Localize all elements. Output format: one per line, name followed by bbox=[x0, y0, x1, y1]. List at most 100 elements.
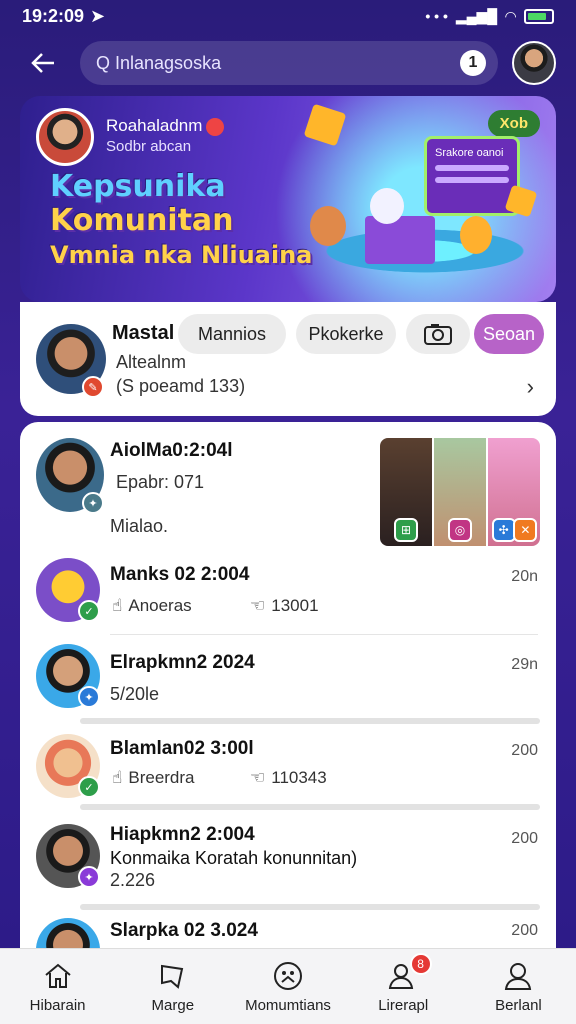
nav-profile[interactable]: Berlanl bbox=[461, 949, 576, 1024]
nav-people[interactable]: 8 Lirerapl bbox=[346, 949, 461, 1024]
status-time: 19:2:09 ➤ bbox=[22, 5, 106, 26]
community-banner[interactable]: Roahaladnm Sodbr abcan Kepsunika Komunit… bbox=[20, 96, 556, 302]
badge-icon: ✦ bbox=[78, 686, 100, 708]
search-input[interactable]: Q Inlanagsoska 1 bbox=[80, 41, 498, 85]
item-title: Manks 02 2:004 bbox=[110, 564, 250, 585]
nav-label: Marge bbox=[151, 997, 195, 1014]
nav-label: Momumtians bbox=[245, 997, 331, 1014]
list-item[interactable]: ✓ Blamlan02 3:00l ☝ Breerdra ☜ 110343 200 bbox=[20, 724, 556, 808]
featured-sub: Altealnm bbox=[116, 352, 187, 372]
wifi-icon: ◠ bbox=[505, 7, 516, 24]
badge-icon: ✦ bbox=[82, 492, 104, 514]
item-sub: 2.226 bbox=[110, 870, 156, 890]
close-icon: ✕ bbox=[513, 518, 538, 542]
bottom-nav: Hibarain Marge Momumtians 8 Lirerapl Ber… bbox=[0, 948, 576, 1024]
banner-avatar bbox=[36, 108, 94, 166]
item-title: Elrapkmn2 2024 bbox=[110, 652, 255, 673]
list-item[interactable]: Slarpka 02 3.024 200 bbox=[20, 910, 556, 952]
nav-label: Hibarain bbox=[29, 997, 86, 1014]
badge-icon: ✎ bbox=[82, 376, 104, 398]
status-bar: 19:2:09 ➤ • • • ▂▄▆█ ◠ bbox=[0, 0, 576, 32]
nav-home[interactable]: Hibarain bbox=[0, 949, 115, 1024]
item-meta: ☝ Breerdra bbox=[112, 768, 195, 787]
item-sub: Konmaika Koratah konunnitan) bbox=[110, 848, 358, 868]
photo-thumbnail[interactable]: ✣ ✕ bbox=[488, 438, 540, 546]
list-item[interactable]: ✓ Manks 02 2:004 ☝ Anoeras ☜ 13001 20n bbox=[20, 552, 556, 635]
mascot-bag-illustration bbox=[460, 216, 492, 254]
chip-active[interactable]: Seoan bbox=[474, 314, 544, 354]
list-item[interactable]: ✦ AiolMa0:2:04l Epabr: 071 Mialao. ⊞ ◎ ✣… bbox=[20, 422, 556, 552]
item-meta: ☜ 110343 bbox=[250, 768, 327, 787]
board-bar bbox=[435, 177, 509, 183]
instagram-icon: ◎ bbox=[448, 518, 472, 542]
search-count-badge: 1 bbox=[460, 50, 486, 76]
chip-filter[interactable]: Mannios bbox=[178, 314, 286, 354]
banner-user-sub: Sodbr abcan bbox=[106, 138, 192, 155]
banner-title: Kepsunika Komunitan Vmnia nka Nliuaina bbox=[50, 169, 313, 270]
board-bar bbox=[435, 165, 509, 171]
signal-icon: ▂▄▆█ bbox=[455, 7, 498, 24]
item-time: 20n bbox=[511, 568, 538, 585]
community-icon bbox=[271, 959, 305, 993]
item-sub: 5/20le bbox=[110, 684, 160, 704]
camera-icon bbox=[424, 324, 452, 345]
cube-illustration bbox=[303, 103, 347, 147]
featured-count: (S poeamd 133) bbox=[116, 376, 246, 396]
item-title: AiolMa0:2:04l bbox=[110, 440, 233, 461]
item-meta: ☝ Anoeras bbox=[112, 596, 192, 615]
avatar bbox=[36, 918, 100, 952]
item-time: 200 bbox=[511, 830, 538, 847]
podium-illustration bbox=[365, 216, 435, 264]
item-time: 29n bbox=[511, 656, 538, 673]
clap-icon: ☝ bbox=[112, 768, 123, 787]
banner-pill[interactable]: Xob bbox=[487, 110, 540, 137]
verified-icon bbox=[206, 117, 225, 136]
home-icon bbox=[41, 959, 75, 993]
badge-icon: ✦ bbox=[78, 866, 100, 888]
chip-photo[interactable] bbox=[406, 314, 470, 354]
item-title: Slarpka 02 3.024 bbox=[110, 920, 258, 941]
featured-name: Mastal bbox=[112, 322, 175, 344]
media-gallery[interactable]: ⊞ ◎ ✣ ✕ bbox=[380, 438, 540, 546]
list-item[interactable]: ✦ Hiapkmn2 2:004 Konmaika Koratah konunn… bbox=[20, 812, 556, 904]
clap-icon: ☝ bbox=[112, 596, 123, 615]
mascot-bear-illustration bbox=[310, 206, 346, 246]
arrow-left-icon bbox=[31, 53, 54, 73]
photo-thumbnail[interactable]: ⊞ bbox=[380, 438, 432, 546]
item-title: Hiapkmn2 2:004 bbox=[110, 824, 255, 845]
message-icon bbox=[156, 959, 190, 993]
search-text: Q Inlanagsoska bbox=[96, 52, 222, 73]
chip-filter[interactable]: Pkokerke bbox=[296, 314, 396, 354]
featured-member-card[interactable]: ✎ Mastal Altealnm (S poeamd 133) Mannios… bbox=[20, 302, 556, 416]
banner-user-name: Roahaladnm bbox=[106, 116, 225, 136]
app-icon: ✣ bbox=[491, 518, 516, 542]
item-time: 200 bbox=[511, 742, 538, 759]
status-icons: • • • ▂▄▆█ ◠ bbox=[425, 8, 554, 25]
list-item[interactable]: ✦ Elrapkmn2 2024 5/20le 29n bbox=[20, 634, 556, 718]
section-separator bbox=[80, 804, 540, 810]
app-icon: ⊞ bbox=[394, 518, 418, 542]
item-meta: ☜ 13001 bbox=[250, 596, 319, 615]
notification-badge: 8 bbox=[409, 953, 432, 975]
back-button[interactable] bbox=[20, 40, 66, 86]
location-icon: ➤ bbox=[90, 5, 106, 26]
item-time: 200 bbox=[511, 922, 538, 939]
more-dots-icon: • • • bbox=[425, 8, 448, 24]
item-sub: Mialao. bbox=[110, 516, 169, 536]
battery-icon bbox=[524, 8, 554, 24]
profile-avatar[interactable] bbox=[512, 41, 556, 85]
check-icon: ✓ bbox=[78, 600, 100, 622]
chevron-right-icon[interactable]: › bbox=[527, 374, 534, 400]
hand-icon: ☜ bbox=[250, 768, 266, 787]
nav-label: Lirerapl bbox=[378, 997, 429, 1014]
photo-thumbnail[interactable]: ◎ bbox=[434, 438, 486, 546]
nav-messages[interactable]: Marge bbox=[115, 949, 230, 1024]
hand-icon: ☜ bbox=[250, 596, 266, 615]
check-icon: ✓ bbox=[78, 776, 100, 798]
item-title: Blamlan02 3:00l bbox=[110, 738, 254, 759]
top-bar: Q Inlanagsoska 1 bbox=[0, 40, 576, 86]
nav-label: Berlanl bbox=[495, 997, 542, 1014]
item-sub: Epabr: 071 bbox=[116, 472, 205, 492]
post-list: ✦ AiolMa0:2:04l Epabr: 071 Mialao. ⊞ ◎ ✣… bbox=[20, 422, 556, 952]
nav-communities[interactable]: Momumtians bbox=[230, 949, 345, 1024]
